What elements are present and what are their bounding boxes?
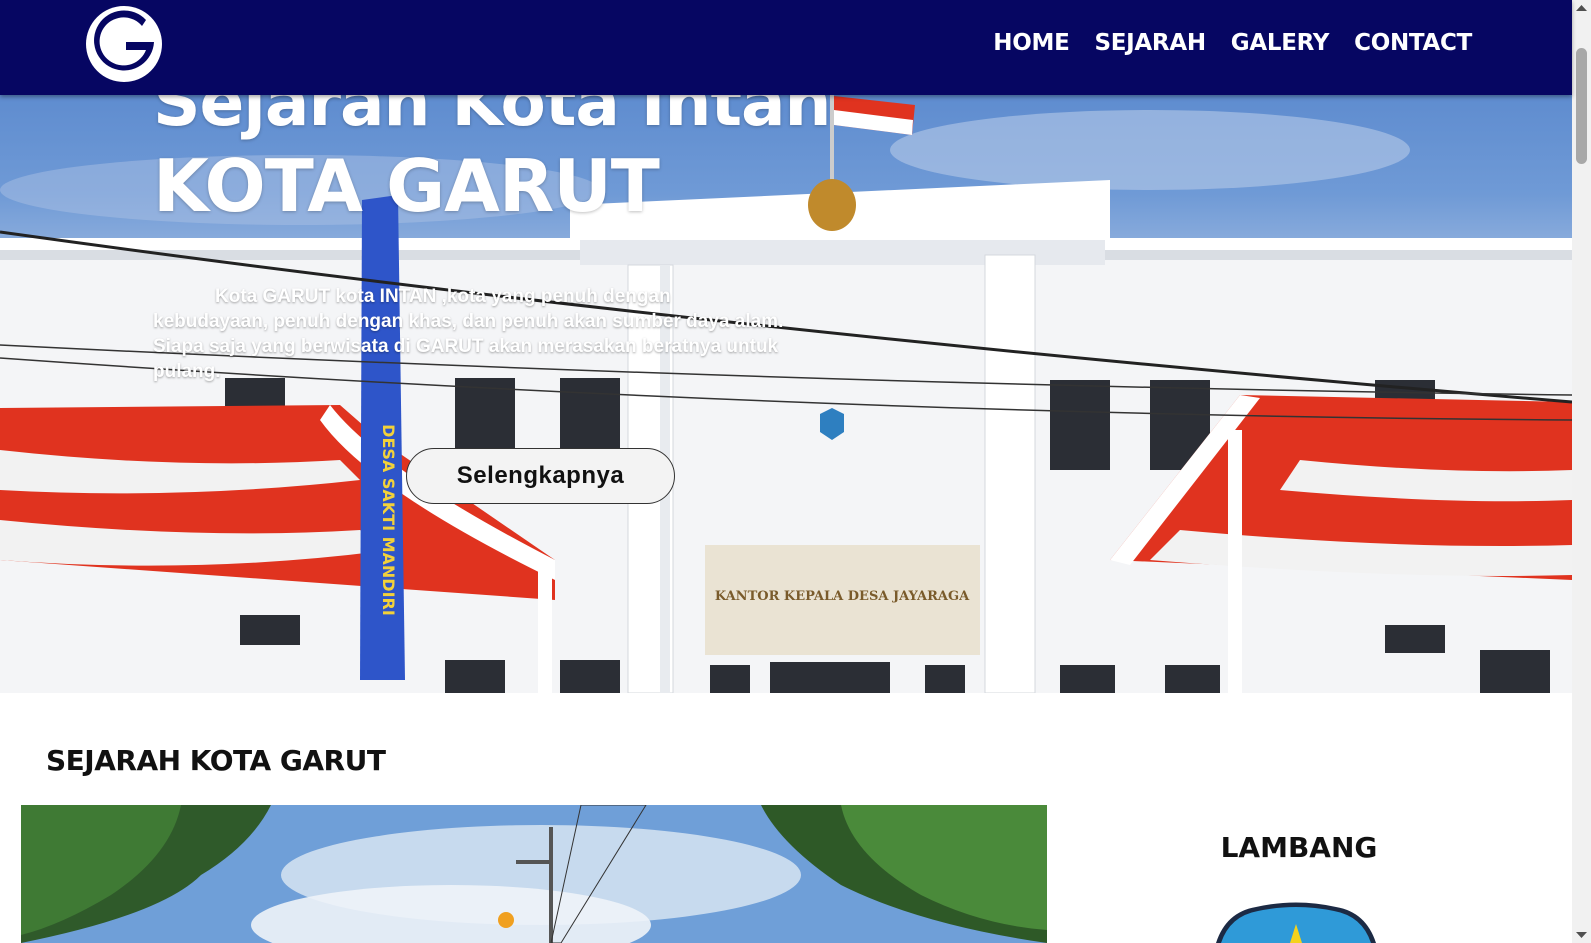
garut-street-photo [21,805,1047,943]
lambang-title: LAMBANG [1220,831,1378,864]
nav-contact[interactable]: CONTACT [1354,30,1472,56]
navbar: HOME SEJARAH GALERY CONTACT [0,0,1572,95]
banner-text: DESA SAKTI MANDIRI [379,424,398,616]
nav-menu: HOME SEJARAH GALERY CONTACT [993,30,1472,56]
scroll-down-icon[interactable] [1572,926,1591,943]
building-sign-text: KANTOR KEPALA DESA JAYARAGA [715,589,970,604]
hero-section: KANTOR KEPALA DESA JAYARAGA DESA SAKTI M… [0,0,1572,693]
nav-home[interactable]: HOME [993,30,1070,56]
garut-logo-icon[interactable] [84,4,164,84]
scroll-thumb[interactable] [1576,48,1587,164]
selengkapnya-button[interactable]: Selengkapnya [406,448,675,504]
emblem-icon [1216,902,1376,943]
scroll-up-icon[interactable] [1572,0,1591,17]
page-scrollbar[interactable] [1572,0,1591,943]
nav-galery[interactable]: GALERY [1231,30,1330,56]
hero-description: Kota GARUT kota INTAN ,kota yang penuh d… [153,286,784,382]
nav-sejarah[interactable]: SEJARAH [1094,30,1206,56]
section-title: SEJARAH KOTA GARUT [46,744,386,777]
hero-title-line2: KOTA GARUT [153,144,660,228]
